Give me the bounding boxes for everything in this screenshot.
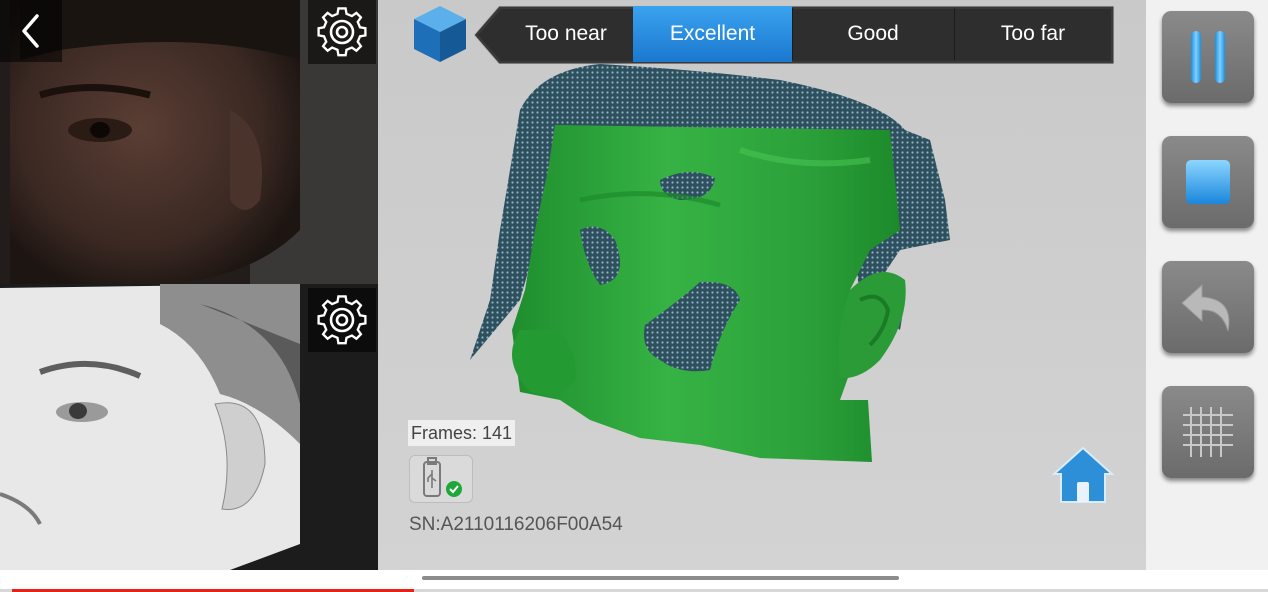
distance-too-far: Too far	[1000, 22, 1066, 45]
texture-camera-settings-button[interactable]	[308, 0, 376, 64]
home-icon[interactable]	[1052, 444, 1114, 506]
chevron-left-icon	[22, 14, 39, 48]
usb-connected-icon	[423, 457, 462, 497]
frames-counter: Frames: 141	[408, 420, 516, 446]
usb-status-indicator	[409, 455, 473, 503]
distance-excellent: Excellent	[633, 6, 792, 62]
scan-viewport[interactable]: Frames: 141 SN:A2110116206F00A54	[378, 0, 1146, 570]
gear-icon	[317, 295, 367, 345]
distance-good: Good	[847, 22, 899, 45]
ir-camera-settings-button[interactable]	[308, 288, 376, 352]
pause-button[interactable]	[1162, 11, 1254, 103]
distance-too-near: Too near	[525, 22, 607, 45]
gear-icon	[317, 7, 367, 57]
stop-icon	[1186, 160, 1230, 204]
back-button[interactable]	[0, 0, 62, 62]
grid-icon	[1183, 407, 1233, 457]
pause-icon	[1191, 31, 1225, 83]
grid-toggle-button[interactable]	[1162, 386, 1254, 478]
horizontal-scrollbar[interactable]	[422, 576, 899, 580]
stop-button[interactable]	[1162, 136, 1254, 228]
undo-icon	[1181, 283, 1230, 332]
serial-number: SN:A2110116206F00A54	[409, 514, 623, 535]
scanned-head-mesh	[470, 64, 950, 462]
cube-icon[interactable]	[412, 4, 468, 64]
undo-button[interactable]	[1162, 261, 1254, 353]
camera-preview-panel	[0, 0, 378, 570]
